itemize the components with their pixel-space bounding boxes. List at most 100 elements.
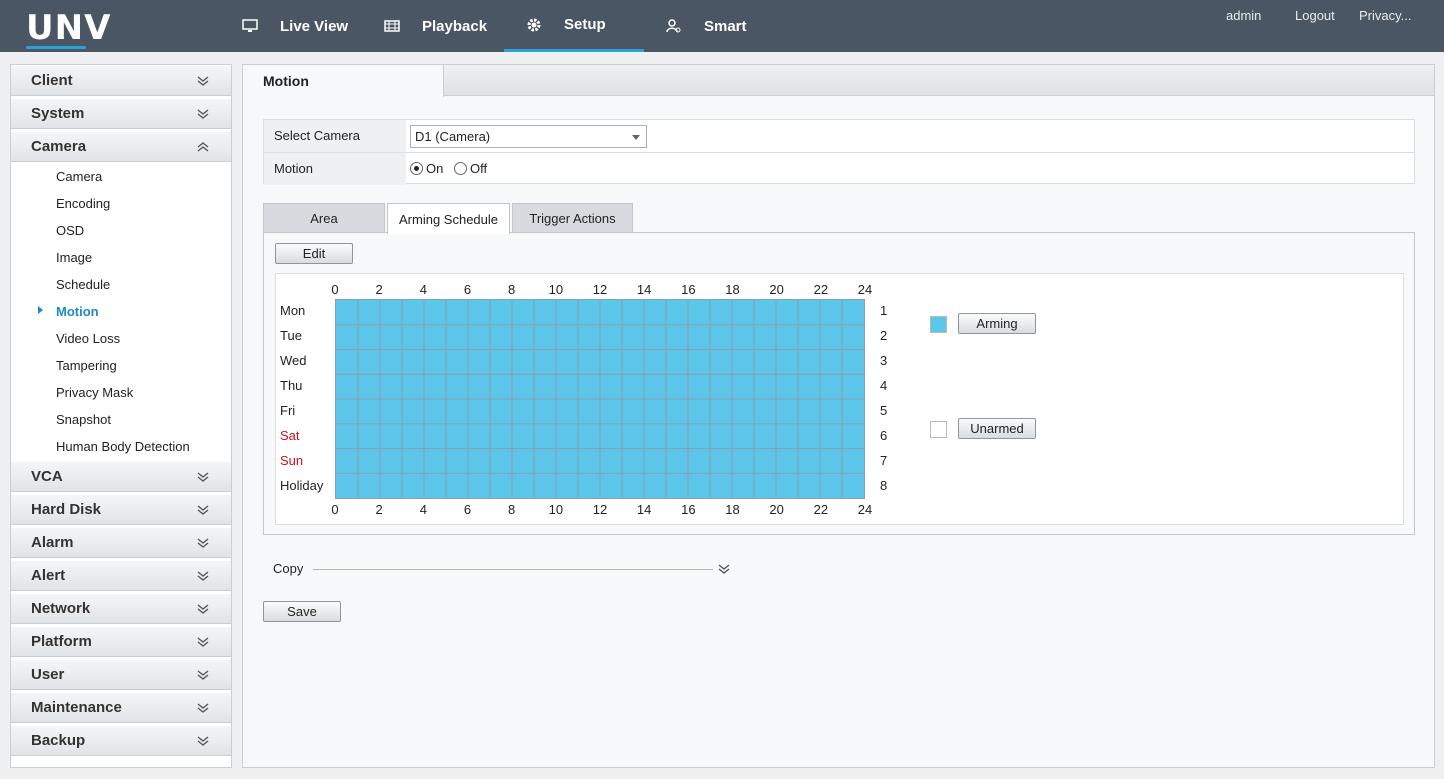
day-number: 2 [880,328,888,343]
chevron-down-icon[interactable] [718,563,730,575]
sidebar-section-backup[interactable]: Backup [11,725,231,756]
motion-row: Motion On Off [264,152,1414,185]
day-label: Wed [280,353,307,368]
sidebar-section-hard-disk[interactable]: Hard Disk [11,494,231,525]
logout-link[interactable]: Logout [1295,8,1335,23]
motion-on-radio[interactable]: On [410,161,443,176]
motion-settings-form: Select Camera D1 (Camera) Motion On Off [263,119,1415,185]
unarmed-button[interactable]: Unarmed [958,418,1036,439]
sidebar-section-label: Client [31,72,73,89]
sidebar-item-encoding[interactable]: Encoding [56,196,110,211]
chevron-down-icon [197,604,209,614]
motion-label: Motion [264,153,406,185]
tab-arming-schedule[interactable]: Arming Schedule [387,203,510,234]
gear-icon [524,15,544,35]
hour-label-bottom: 0 [331,502,339,517]
chevron-down-icon [197,736,209,746]
sidebar-item-schedule[interactable]: Schedule [56,277,110,292]
sidebar-section-system[interactable]: System [11,98,231,129]
logo-underline [26,46,86,49]
sidebar-section-alert[interactable]: Alert [11,560,231,591]
sidebar-item-human-body-detection[interactable]: Human Body Detection [56,439,190,454]
save-button[interactable]: Save [263,601,341,622]
hour-label-top: 22 [813,282,829,297]
hour-label-bottom: 10 [548,502,564,517]
sidebar-section-client[interactable]: Client [11,65,231,96]
tab-area[interactable]: Area [263,203,385,233]
arming-button[interactable]: Arming [958,313,1036,334]
day-label: Sun [280,453,304,468]
chevron-down-icon [197,637,209,647]
schedule-grid[interactable] [335,299,865,499]
day-label: Fri [280,403,296,418]
nav-setup-label: Setup [564,16,606,33]
page-title: Motion [243,65,444,97]
sidebar-item-motion[interactable]: Motion [56,304,99,319]
hour-label-bottom: 18 [725,502,740,517]
sidebar-section-camera[interactable]: Camera [11,131,231,162]
hour-label-top: 4 [419,282,427,297]
hour-label-top: 8 [508,282,516,297]
hour-label-top: 16 [681,282,696,297]
motion-off-radio[interactable]: Off [454,161,487,176]
hour-label-top: 6 [463,282,472,297]
camera-select[interactable]: D1 (Camera) [410,125,647,148]
sidebar-item-video-loss[interactable]: Video Loss [56,331,120,346]
hour-label-bottom: 16 [681,502,696,517]
day-label: Mon [280,303,306,318]
sidebar-item-privacy-mask[interactable]: Privacy Mask [56,385,133,400]
top-bar: UNV Live View Playback Setup Smart admin… [0,0,1444,52]
day-number: 5 [880,403,888,418]
hour-label-bottom: 12 [592,502,608,517]
sidebar-section-network[interactable]: Network [11,593,231,624]
nav-setup[interactable]: Setup [504,0,644,52]
hour-label-bottom: 22 [813,502,829,517]
hour-label-bottom: 14 [636,502,652,517]
edit-button[interactable]: Edit [275,243,353,264]
sidebar-item-image[interactable]: Image [56,250,92,265]
nav-playback-label: Playback [422,17,488,35]
nav-playback[interactable]: Playback [382,0,487,52]
camera-select-value: D1 (Camera) [415,129,491,144]
day-label: Tue [280,328,302,343]
sidebar-item-camera[interactable]: Camera [56,169,102,184]
user-link[interactable]: admin [1226,8,1261,23]
hour-label-bottom: 4 [419,502,427,517]
hour-label-bottom: 6 [463,502,472,517]
sidebar-section-label: VCA [31,468,63,485]
nav-live-view[interactable]: Live View [240,0,348,52]
unarmed-color-swatch [930,421,947,438]
sidebar-section-vca[interactable]: VCA [11,461,231,492]
arming-color-swatch [930,316,947,333]
sidebar-item-osd[interactable]: OSD [56,223,84,238]
day-number: 1 [880,303,888,318]
nav-smart[interactable]: Smart [664,0,747,52]
sidebar-section-user[interactable]: User [11,659,231,690]
film-icon [382,16,402,36]
sidebar-section-label: Alarm [31,534,74,551]
sidebar-item-tampering[interactable]: Tampering [56,358,117,373]
tab-trigger-actions[interactable]: Trigger Actions [512,203,633,233]
day-label: Thu [280,378,303,393]
privacy-link[interactable]: Privacy... [1359,8,1412,23]
sidebar-section-maintenance[interactable]: Maintenance [11,692,231,723]
sidebar-section-platform[interactable]: Platform [11,626,231,657]
sidebar-item-snapshot[interactable]: Snapshot [56,412,111,427]
copy-label: Copy [273,561,304,576]
active-item-arrow-icon [38,306,43,314]
hour-label-bottom: 24 [857,502,873,517]
brand-logo: UNV [26,8,112,48]
chevron-down-icon [197,109,209,119]
chevron-down-icon [197,571,209,581]
sidebar-section-alarm[interactable]: Alarm [11,527,231,558]
day-number: 4 [880,378,888,393]
sidebar-section-label: Maintenance [31,699,122,716]
motion-on-label: On [426,161,444,176]
chevron-down-icon [197,505,209,515]
hour-label-bottom: 8 [508,502,516,517]
hour-label-bottom: 2 [375,502,383,517]
hour-label-top: 2 [375,282,383,297]
sidebar-section-label: Network [31,600,91,617]
chevron-up-icon [197,142,209,152]
hour-label-top: 14 [636,282,652,297]
